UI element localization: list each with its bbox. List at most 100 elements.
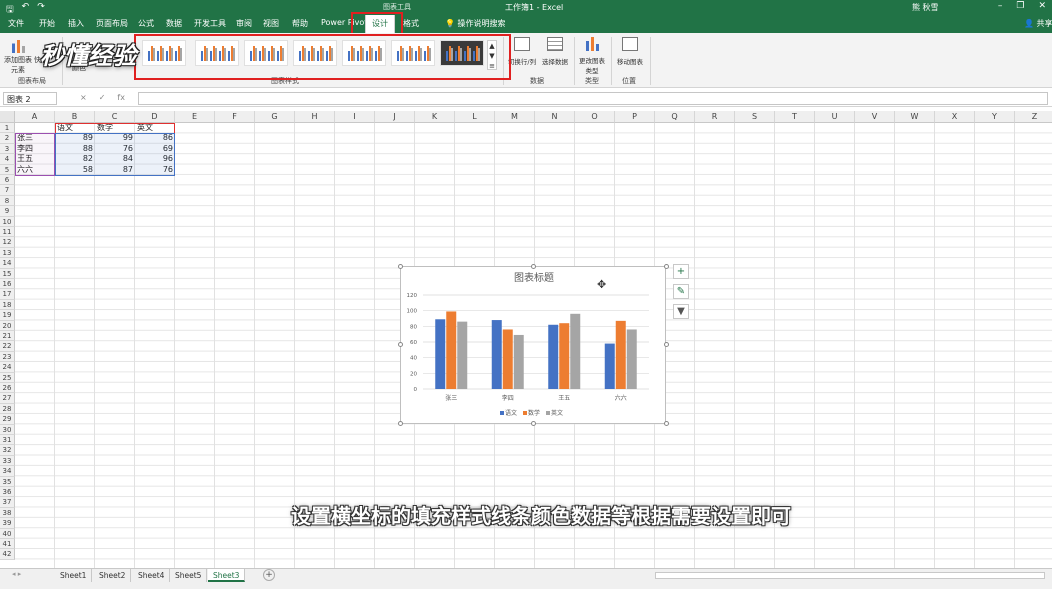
select-all-corner[interactable] — [0, 111, 15, 123]
row-header-16[interactable]: 16 — [0, 279, 15, 290]
tab-1[interactable]: 开始 — [39, 18, 55, 29]
sheet-tab-Sheet3[interactable]: Sheet3 — [208, 569, 246, 582]
select-data-button[interactable]: 选择数据 — [540, 37, 570, 66]
column-header-Y[interactable]: Y — [975, 111, 1015, 123]
tab-0[interactable]: 文件 — [8, 18, 24, 29]
row-header-33[interactable]: 33 — [0, 455, 15, 467]
tab-7[interactable]: 审阅 — [236, 18, 252, 29]
resize-handle-b[interactable] — [531, 421, 536, 426]
column-header-L[interactable]: L — [455, 111, 495, 123]
row-header-5[interactable]: 5 — [0, 164, 15, 175]
row-header-34[interactable]: 34 — [0, 466, 15, 477]
chart-style-thumb-7[interactable] — [440, 40, 484, 66]
row-header-27[interactable]: 27 — [0, 393, 15, 404]
row-header-31[interactable]: 31 — [0, 435, 15, 446]
column-header-E[interactable]: E — [175, 111, 215, 123]
chart-style-thumb-6[interactable] — [391, 40, 435, 66]
tab-2[interactable]: 插入 — [68, 18, 84, 29]
column-header-B[interactable]: B — [55, 111, 95, 123]
tab-12[interactable]: 格式 — [403, 18, 419, 29]
chart-object[interactable]: 图表标题 0 20 40 60 80 100 120 张三 李四 王五 六六 语文 数学 英文 — [400, 266, 666, 424]
formula-input[interactable] — [138, 92, 1048, 105]
row-header-6[interactable]: 6 — [0, 175, 15, 186]
column-header-H[interactable]: H — [295, 111, 335, 123]
row-header-9[interactable]: 9 — [0, 206, 15, 217]
resize-handle-l[interactable] — [398, 342, 403, 347]
chart-filter-icon[interactable]: ▼ — [673, 304, 689, 319]
row-header-23[interactable]: 23 — [0, 351, 15, 363]
change-chart-type-button[interactable]: 更改图表类型 — [576, 37, 608, 75]
chart-style-thumb-2[interactable] — [195, 40, 239, 66]
row-header-19[interactable]: 19 — [0, 310, 15, 321]
row-header-14[interactable]: 14 — [0, 258, 15, 269]
chart-elements-plus-icon[interactable]: + — [673, 264, 689, 279]
row-header-7[interactable]: 7 — [0, 185, 15, 196]
row-header-41[interactable]: 41 — [0, 539, 15, 550]
row-header-10[interactable]: 10 — [0, 216, 15, 227]
column-header-D[interactable]: D — [135, 111, 175, 123]
column-header-O[interactable]: O — [575, 111, 615, 123]
row-header-30[interactable]: 30 — [0, 424, 15, 435]
column-header-G[interactable]: G — [255, 111, 295, 123]
tab-8[interactable]: 视图 — [263, 18, 279, 29]
row-header-28[interactable]: 28 — [0, 403, 15, 415]
tab-13[interactable]: 💡 操作说明搜索 — [445, 18, 506, 29]
sheet-nav-arrows-icon[interactable]: ◂ ▸ — [12, 570, 21, 578]
column-header-S[interactable]: S — [735, 111, 775, 123]
column-header-N[interactable]: N — [535, 111, 575, 123]
row-header-26[interactable]: 26 — [0, 383, 15, 394]
row-header-32[interactable]: 32 — [0, 445, 15, 456]
row-header-1[interactable]: 1 — [0, 123, 15, 134]
column-header-V[interactable]: V — [855, 111, 895, 123]
sheet-tab-Sheet2[interactable]: Sheet2 — [94, 569, 132, 582]
row-header-20[interactable]: 20 — [0, 320, 15, 331]
add-sheet-icon[interactable]: + — [263, 569, 275, 581]
row-header-40[interactable]: 40 — [0, 528, 15, 539]
chart-style-thumb-5[interactable] — [342, 40, 386, 66]
tab-6[interactable]: 开发工具 — [194, 18, 226, 29]
tab-3[interactable]: 页面布局 — [96, 18, 128, 29]
column-header-R[interactable]: R — [695, 111, 735, 123]
sheet-tab-Sheet1[interactable]: Sheet1 — [55, 569, 93, 582]
row-header-2[interactable]: 2 — [0, 133, 15, 144]
column-header-J[interactable]: J — [375, 111, 415, 123]
cancel-icon[interactable]: × — [80, 93, 87, 102]
row-header-22[interactable]: 22 — [0, 341, 15, 352]
column-header-X[interactable]: X — [935, 111, 975, 123]
row-header-17[interactable]: 17 — [0, 289, 15, 300]
column-header-A[interactable]: A — [15, 111, 55, 123]
resize-handle-tr[interactable] — [664, 264, 669, 269]
sheet-tab-Sheet5[interactable]: Sheet5 — [170, 569, 208, 582]
tab-10[interactable]: Power Pivot — [321, 18, 367, 27]
chart-style-thumb-3[interactable] — [244, 40, 288, 66]
chart-style-thumb-1[interactable] — [142, 40, 186, 66]
add-chart-element-button[interactable]: 添加图表元素 — [3, 37, 33, 75]
column-header-I[interactable]: I — [335, 111, 375, 123]
row-header-24[interactable]: 24 — [0, 362, 15, 373]
column-header-T[interactable]: T — [775, 111, 815, 123]
chart-styles-brush-icon[interactable]: ✎ — [673, 284, 689, 299]
column-header-Q[interactable]: Q — [655, 111, 695, 123]
resize-handle-tl[interactable] — [398, 264, 403, 269]
restore-icon[interactable]: ❐ — [1016, 1, 1024, 11]
row-header-15[interactable]: 15 — [0, 268, 15, 279]
row-header-36[interactable]: 36 — [0, 487, 15, 498]
switch-row-column-button[interactable]: 切换行/列 — [506, 37, 538, 66]
resize-handle-t[interactable] — [531, 264, 536, 269]
resize-handle-br[interactable] — [664, 421, 669, 426]
column-header-F[interactable]: F — [215, 111, 255, 123]
row-header-35[interactable]: 35 — [0, 476, 15, 487]
tab-4[interactable]: 公式 — [138, 18, 154, 29]
move-chart-button[interactable]: 移动图表 — [614, 37, 646, 66]
enter-icon[interactable]: ✓ — [99, 93, 106, 102]
row-header-8[interactable]: 8 — [0, 195, 15, 207]
sheet-tab-Sheet4[interactable]: Sheet4 — [133, 569, 171, 582]
user-name[interactable]: 熊 秋雪 — [912, 2, 939, 13]
resize-handle-r[interactable] — [664, 342, 669, 347]
row-header-25[interactable]: 25 — [0, 372, 15, 383]
row-header-13[interactable]: 13 — [0, 247, 15, 259]
resize-handle-bl[interactable] — [398, 421, 403, 426]
column-header-P[interactable]: P — [615, 111, 655, 123]
column-header-M[interactable]: M — [495, 111, 535, 123]
chart-style-thumb-4[interactable] — [293, 40, 337, 66]
